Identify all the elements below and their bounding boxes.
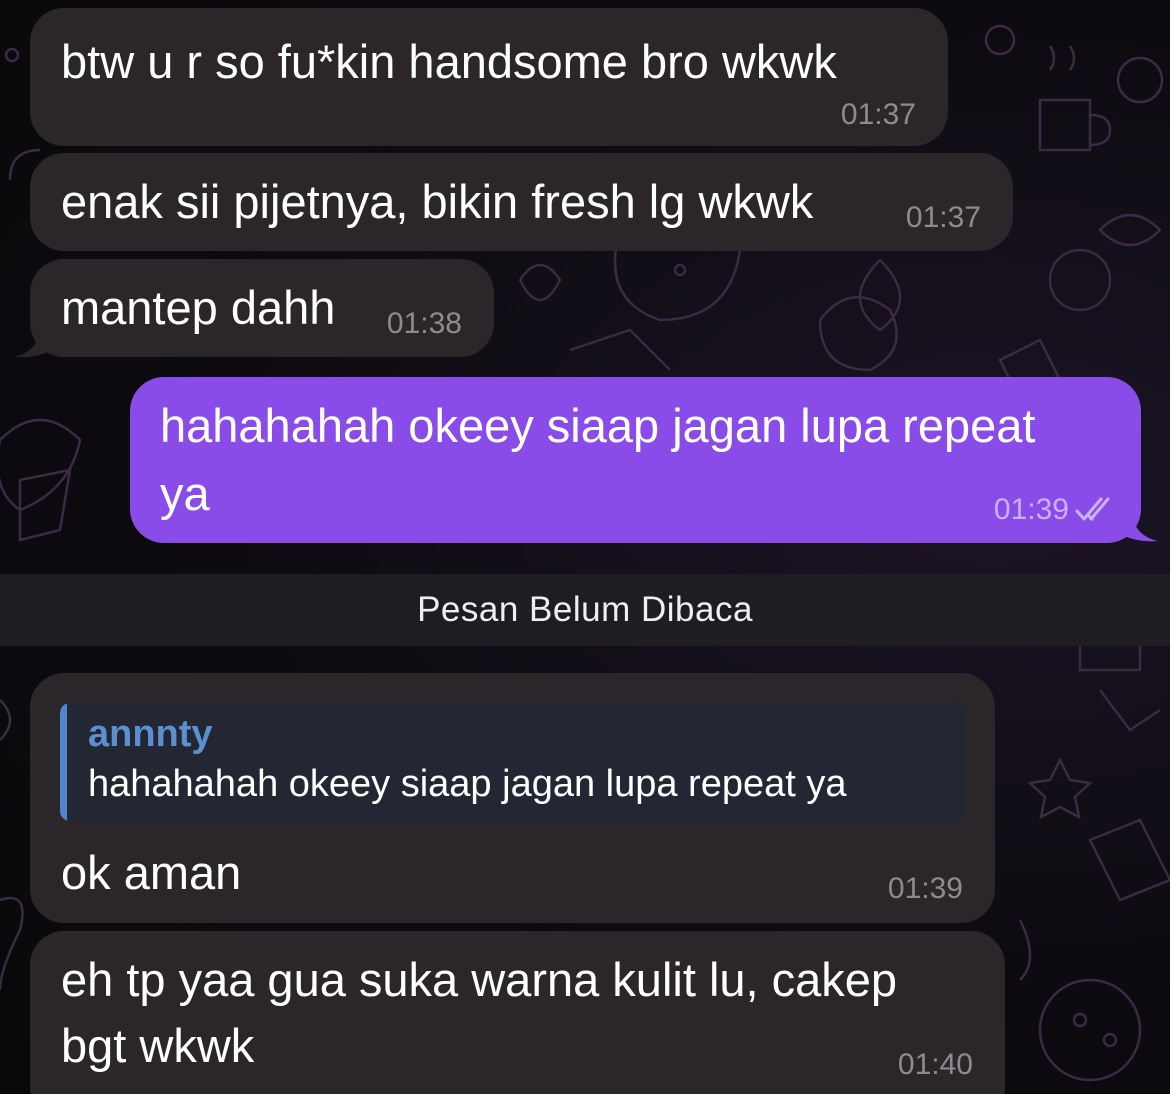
message-bubble-incoming-reply[interactable]: annnty hahahahah okeey siaap jagan lupa … bbox=[30, 673, 995, 923]
message-text: btw u r so fu*kin handsome bro wkwk bbox=[61, 35, 837, 88]
message-text-line-1: hahahahah okeey siaap jagan lupa repeat bbox=[160, 399, 1036, 452]
message-bubble-incoming[interactable]: eh tp yaa gua suka warna kulit lu, cakep… bbox=[30, 931, 1005, 1094]
message-bubble-incoming[interactable]: enak sii pijetnya, bikin fresh lg wkwk 0… bbox=[30, 153, 1013, 251]
message-text: ok aman bbox=[61, 846, 242, 899]
message-time: 01:37 bbox=[840, 98, 916, 131]
chat-view: btw u r so fu*kin handsome bro wkwk 01:3… bbox=[0, 0, 1170, 1094]
bubble-tail bbox=[1118, 509, 1158, 542]
message-time: 01:37 bbox=[905, 201, 981, 234]
message-time: 01:39 bbox=[887, 872, 963, 905]
double-check-icon bbox=[1075, 497, 1110, 521]
bubble-tail bbox=[14, 325, 54, 358]
message-text: mantep dahh bbox=[61, 281, 336, 334]
message-bubble-incoming[interactable]: btw u r so fu*kin handsome bro wkwk 01:3… bbox=[30, 8, 948, 146]
reply-text: hahahahah okeey siaap jagan lupa repeat … bbox=[88, 763, 847, 805]
reply-author: annnty bbox=[88, 713, 213, 755]
unread-divider-label: Pesan Belum Dibaca bbox=[417, 590, 753, 629]
message-time: 01:38 bbox=[386, 307, 462, 340]
message-time: 01:39 bbox=[993, 493, 1069, 526]
message-bubble-incoming[interactable]: mantep dahh 01:38 bbox=[30, 259, 494, 357]
message-text-line-1: eh tp yaa gua suka warna kulit lu, cakep bbox=[61, 953, 898, 1006]
message-text: enak sii pijetnya, bikin fresh lg wkwk bbox=[61, 175, 814, 228]
message-text-line-2: ya bbox=[160, 467, 210, 520]
message-text-line-2: bgt wkwk bbox=[61, 1019, 255, 1072]
message-bubble-outgoing[interactable]: hahahahah okeey siaap jagan lupa repeat … bbox=[130, 377, 1141, 543]
reply-accent-bar bbox=[60, 703, 67, 821]
reply-quote[interactable]: annnty hahahahah okeey siaap jagan lupa … bbox=[60, 703, 965, 821]
message-time: 01:40 bbox=[897, 1048, 973, 1081]
unread-messages-divider: Pesan Belum Dibaca bbox=[0, 574, 1170, 646]
